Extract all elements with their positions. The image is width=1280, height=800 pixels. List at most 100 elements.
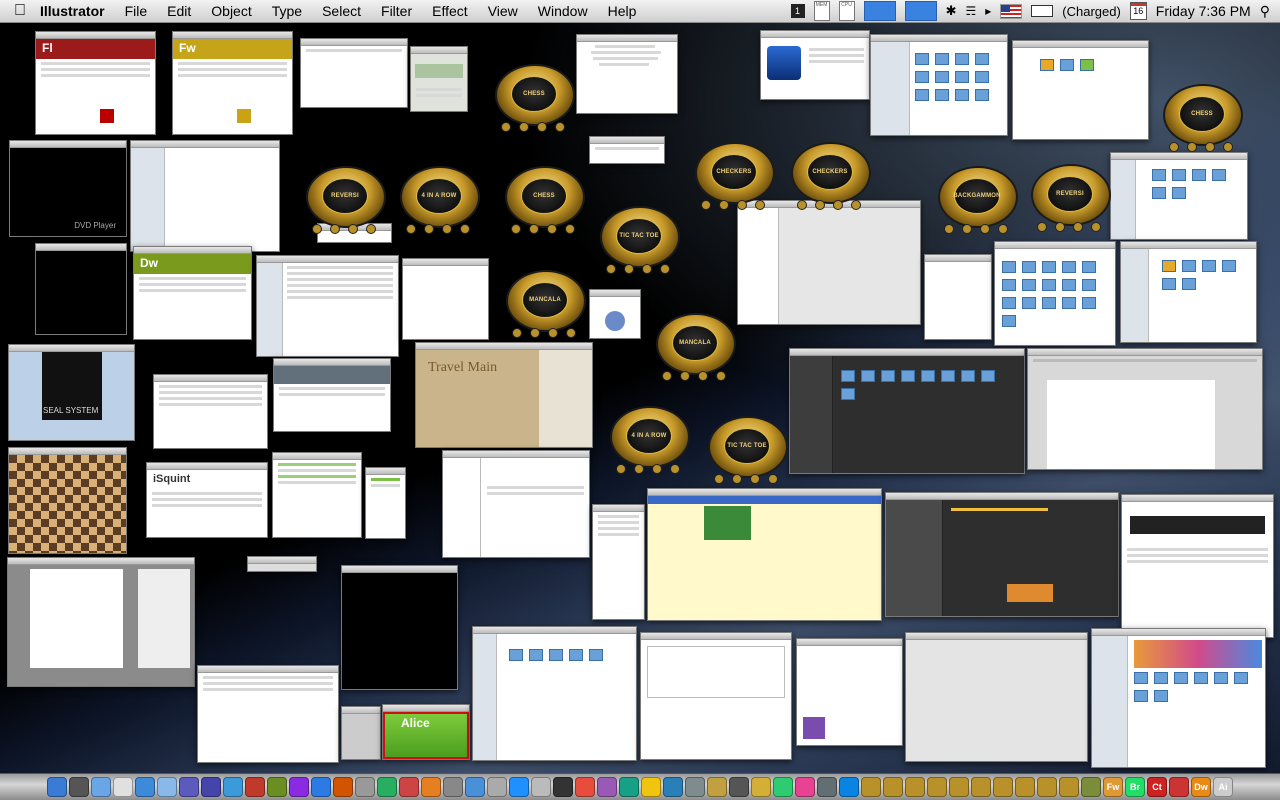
- isquint-window[interactable]: iSquint: [146, 462, 268, 538]
- network-meter[interactable]: [863, 1, 896, 21]
- game-launcher-7[interactable]: CHECKERS: [783, 138, 875, 214]
- game-launcher-12[interactable]: 4 IN A ROW: [602, 402, 694, 478]
- dvd-player-window[interactable]: DVD Player: [9, 140, 127, 237]
- black-window-2[interactable]: [35, 243, 127, 335]
- menu-window[interactable]: Window: [528, 3, 598, 19]
- finder-window-1[interactable]: [1012, 40, 1149, 140]
- icon-grid-window[interactable]: [994, 241, 1116, 346]
- dock-app-icon[interactable]: [619, 777, 639, 797]
- dock-app-icon[interactable]: [355, 777, 375, 797]
- dock-app-icon[interactable]: [531, 777, 551, 797]
- dock-app-icon[interactable]: [69, 777, 89, 797]
- text-window[interactable]: [576, 34, 678, 114]
- dock-app-icon[interactable]: [751, 777, 771, 797]
- menu-object[interactable]: Object: [201, 3, 261, 19]
- dock-app-icon[interactable]: [927, 777, 947, 797]
- app-menu[interactable]: Illustrator: [40, 3, 115, 19]
- dock-app-icon[interactable]: [1015, 777, 1035, 797]
- dock-app-icon[interactable]: [971, 777, 991, 797]
- game-launcher-2[interactable]: REVERSI: [298, 162, 390, 238]
- small-app-window[interactable]: [589, 289, 641, 339]
- seal-system-window[interactable]: SEAL SYSTEM: [8, 344, 135, 441]
- dock-app-icon[interactable]: [245, 777, 265, 797]
- dock-app-icon[interactable]: Ai: [1213, 777, 1233, 797]
- menu-select[interactable]: Select: [312, 3, 371, 19]
- us-flag-icon[interactable]: [1000, 3, 1023, 19]
- bluetooth-icon[interactable]: ✱: [946, 3, 957, 19]
- spotlight-icon[interactable]: ⚲: [1260, 3, 1270, 20]
- dock-app-icon[interactable]: [1081, 777, 1101, 797]
- game-launcher-10[interactable]: MANCALA: [498, 266, 590, 342]
- dock-app-icon[interactable]: [201, 777, 221, 797]
- dock-app-icon[interactable]: [729, 777, 749, 797]
- fireworks-window[interactable]: Fw: [172, 31, 293, 135]
- preferences-window[interactable]: [870, 34, 1008, 136]
- game-launcher-14[interactable]: CHESS: [1155, 80, 1247, 156]
- volume-icon[interactable]: ▸: [985, 4, 991, 18]
- dock-app-icon[interactable]: [1059, 777, 1079, 797]
- narrow-list-window[interactable]: [592, 504, 645, 620]
- dock-app-icon[interactable]: [465, 777, 485, 797]
- dock-app-icon[interactable]: [641, 777, 661, 797]
- alice-window[interactable]: Alice: [382, 704, 470, 760]
- dock-app-icon[interactable]: [113, 777, 133, 797]
- dock-app-icon[interactable]: Fw: [1103, 777, 1123, 797]
- dock-app-icon[interactable]: [289, 777, 309, 797]
- dock-app-icon[interactable]: Br: [1125, 777, 1145, 797]
- disk-meter[interactable]: [904, 1, 937, 21]
- dock-app-icon[interactable]: [597, 777, 617, 797]
- dock-app-icon[interactable]: [399, 777, 419, 797]
- archive-window[interactable]: [796, 638, 903, 746]
- dock-app-icon[interactable]: [47, 777, 67, 797]
- game-launcher-13[interactable]: TIC TAC TOE: [700, 412, 792, 488]
- dock-app-icon[interactable]: Ct: [1147, 777, 1167, 797]
- apple-icon[interactable]: : [0, 2, 40, 20]
- dock-app-icon[interactable]: [333, 777, 353, 797]
- travel-main-window[interactable]: Travel Main: [415, 342, 593, 448]
- dock-app-icon[interactable]: [773, 777, 793, 797]
- dock-app-icon[interactable]: [993, 777, 1013, 797]
- itunes-store-window[interactable]: [1091, 628, 1266, 768]
- grey-window-2[interactable]: [905, 632, 1088, 762]
- dock-app-icon[interactable]: [179, 777, 199, 797]
- blank-window-4[interactable]: [402, 258, 489, 340]
- dock-app-icon[interactable]: [487, 777, 507, 797]
- spreadsheet-window[interactable]: [197, 665, 339, 763]
- dock-app-icon[interactable]: Dw: [1191, 777, 1211, 797]
- text-list-window[interactable]: [153, 374, 268, 449]
- small-dialog-1[interactable]: [589, 136, 665, 164]
- dock-app-icon[interactable]: [443, 777, 463, 797]
- menu-effect[interactable]: Effect: [422, 3, 478, 19]
- list-window-1[interactable]: [130, 140, 280, 252]
- game-launcher-11[interactable]: MANCALA: [648, 309, 740, 385]
- battery-status[interactable]: (Charged): [1062, 4, 1121, 19]
- imovie-window[interactable]: [760, 30, 870, 100]
- menu-filter[interactable]: Filter: [371, 3, 422, 19]
- game-launcher-5[interactable]: TIC TAC TOE: [592, 202, 684, 278]
- dock-app-icon[interactable]: [311, 777, 331, 797]
- itunes-window[interactable]: [256, 255, 399, 357]
- finder-window-3[interactable]: [1120, 241, 1257, 343]
- dock-app-icon[interactable]: [817, 777, 837, 797]
- mem-meter[interactable]: MEM: [813, 1, 830, 21]
- blank-window-1[interactable]: [300, 38, 408, 108]
- battery-icon[interactable]: [1031, 5, 1054, 17]
- game-launcher-8[interactable]: BACKGAMMON: [930, 162, 1022, 238]
- menu-edit[interactable]: Edit: [157, 3, 201, 19]
- sysprefs-window[interactable]: [472, 626, 637, 761]
- dock-app-icon[interactable]: [377, 777, 397, 797]
- game-launcher-3[interactable]: 4 IN A ROW: [392, 162, 484, 238]
- calendar-icon[interactable]: 16: [1129, 2, 1147, 20]
- dock-app-icon[interactable]: [795, 777, 815, 797]
- document-window[interactable]: [1027, 348, 1263, 470]
- editor-window[interactable]: [647, 488, 882, 621]
- game-launcher-4[interactable]: CHESS: [497, 162, 589, 238]
- game-launcher-1[interactable]: CHESS: [487, 60, 579, 136]
- menu-view[interactable]: View: [478, 3, 528, 19]
- dock-app-icon[interactable]: [1037, 777, 1057, 797]
- cpu-meter[interactable]: CPU: [838, 1, 855, 21]
- form-window[interactable]: [640, 632, 792, 760]
- dock-app-icon[interactable]: [861, 777, 881, 797]
- dock-app-icon[interactable]: [839, 777, 859, 797]
- garageband-window[interactable]: [885, 492, 1119, 617]
